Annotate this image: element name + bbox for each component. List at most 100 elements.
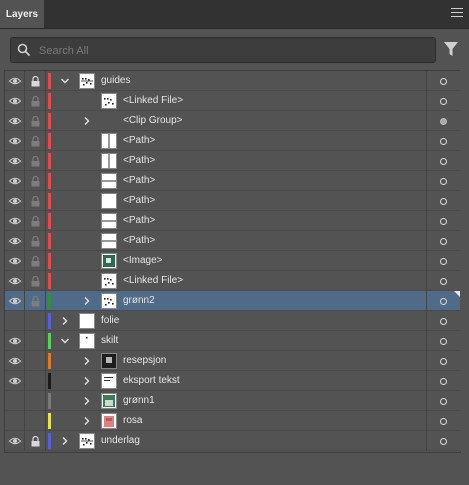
layer-row[interactable]: <Linked File>: [5, 271, 460, 291]
target-column[interactable]: [426, 311, 460, 331]
layer-name[interactable]: resepsjon: [123, 351, 166, 371]
layer-row[interactable]: rosa: [5, 411, 460, 431]
visibility-toggle[interactable]: [5, 411, 25, 431]
visibility-toggle[interactable]: [5, 71, 25, 91]
layer-row[interactable]: guides: [5, 71, 460, 91]
visibility-toggle[interactable]: [5, 431, 25, 451]
layer-row[interactable]: <Path>: [5, 171, 460, 191]
layer-name[interactable]: <Path>: [123, 211, 155, 231]
layer-name[interactable]: grønn2: [123, 291, 155, 311]
layer-name[interactable]: <Path>: [123, 191, 155, 211]
lock-toggle[interactable]: [25, 411, 46, 431]
target-column[interactable]: [426, 271, 460, 291]
search-box[interactable]: [10, 37, 436, 64]
lock-toggle[interactable]: [25, 291, 46, 311]
chevron-down-icon[interactable]: [60, 336, 70, 346]
chevron-right-icon[interactable]: [82, 396, 92, 406]
visibility-toggle[interactable]: [5, 211, 25, 231]
lock-toggle[interactable]: [25, 331, 46, 351]
target-column[interactable]: [426, 331, 460, 351]
visibility-toggle[interactable]: [5, 111, 25, 131]
visibility-toggle[interactable]: [5, 231, 25, 251]
lock-toggle[interactable]: [25, 91, 46, 111]
visibility-toggle[interactable]: [5, 251, 25, 271]
layer-row[interactable]: folie: [5, 311, 460, 331]
tab-layers[interactable]: Layers: [0, 0, 44, 28]
visibility-toggle[interactable]: [5, 311, 25, 331]
layer-row[interactable]: <Path>: [5, 191, 460, 211]
layer-row[interactable]: eksport tekst: [5, 371, 460, 391]
target-column[interactable]: [426, 171, 460, 191]
lock-toggle[interactable]: [25, 71, 46, 91]
filter-icon[interactable]: [444, 41, 458, 57]
target-column[interactable]: [426, 351, 460, 371]
visibility-toggle[interactable]: [5, 91, 25, 111]
lock-toggle[interactable]: [25, 431, 46, 451]
visibility-toggle[interactable]: [5, 371, 25, 391]
visibility-toggle[interactable]: [5, 331, 25, 351]
lock-toggle[interactable]: [25, 131, 46, 151]
layer-row[interactable]: grønn1: [5, 391, 460, 411]
layer-row[interactable]: underlag: [5, 431, 460, 451]
visibility-toggle[interactable]: [5, 151, 25, 171]
layer-row[interactable]: <Path>: [5, 231, 460, 251]
target-column[interactable]: [426, 231, 460, 251]
target-column[interactable]: [426, 291, 460, 311]
target-column[interactable]: [426, 391, 460, 411]
layer-row[interactable]: <Path>: [5, 151, 460, 171]
chevron-right-icon[interactable]: [82, 116, 92, 126]
lock-toggle[interactable]: [25, 151, 46, 171]
layer-name[interactable]: <Clip Group>: [123, 111, 182, 131]
visibility-toggle[interactable]: [5, 291, 25, 311]
layer-row[interactable]: <Linked File>: [5, 91, 460, 111]
lock-toggle[interactable]: [25, 231, 46, 251]
target-column[interactable]: [426, 431, 460, 451]
visibility-toggle[interactable]: [5, 351, 25, 371]
visibility-toggle[interactable]: [5, 171, 25, 191]
layer-name[interactable]: <Linked File>: [123, 271, 183, 291]
layer-name[interactable]: skilt: [101, 331, 118, 351]
target-column[interactable]: [426, 91, 460, 111]
chevron-right-icon[interactable]: [60, 436, 70, 446]
chevron-right-icon[interactable]: [82, 296, 92, 306]
layer-name[interactable]: guides: [101, 71, 130, 91]
layer-name[interactable]: <Path>: [123, 131, 155, 151]
target-column[interactable]: [426, 411, 460, 431]
panel-menu-icon[interactable]: [451, 8, 463, 18]
layer-row[interactable]: <Path>: [5, 211, 460, 231]
layer-row[interactable]: grønn2: [5, 291, 460, 311]
lock-toggle[interactable]: [25, 271, 46, 291]
layer-row[interactable]: <Image>: [5, 251, 460, 271]
lock-toggle[interactable]: [25, 111, 46, 131]
visibility-toggle[interactable]: [5, 391, 25, 411]
layer-name[interactable]: <Image>: [123, 251, 162, 271]
visibility-toggle[interactable]: [5, 131, 25, 151]
lock-toggle[interactable]: [25, 251, 46, 271]
layer-name[interactable]: grønn1: [123, 391, 155, 411]
lock-toggle[interactable]: [25, 171, 46, 191]
layer-row[interactable]: <Path>: [5, 131, 460, 151]
layer-row[interactable]: skilt: [5, 331, 460, 351]
lock-toggle[interactable]: [25, 351, 46, 371]
lock-toggle[interactable]: [25, 371, 46, 391]
chevron-right-icon[interactable]: [82, 376, 92, 386]
layer-row[interactable]: <Clip Group>: [5, 111, 460, 131]
chevron-right-icon[interactable]: [82, 416, 92, 426]
target-column[interactable]: [426, 131, 460, 151]
layer-name[interactable]: eksport tekst: [123, 371, 180, 391]
chevron-right-icon[interactable]: [60, 316, 70, 326]
scrollbar[interactable]: [460, 70, 469, 451]
layer-name[interactable]: folie: [101, 311, 119, 331]
layer-name[interactable]: <Path>: [123, 151, 155, 171]
layer-row[interactable]: resepsjon: [5, 351, 460, 371]
lock-toggle[interactable]: [25, 391, 46, 411]
target-column[interactable]: [426, 151, 460, 171]
target-column[interactable]: [426, 251, 460, 271]
target-column[interactable]: [426, 111, 460, 131]
chevron-down-icon[interactable]: [60, 76, 70, 86]
lock-toggle[interactable]: [25, 191, 46, 211]
chevron-right-icon[interactable]: [82, 356, 92, 366]
visibility-toggle[interactable]: [5, 271, 25, 291]
search-input[interactable]: [37, 38, 421, 64]
visibility-toggle[interactable]: [5, 191, 25, 211]
